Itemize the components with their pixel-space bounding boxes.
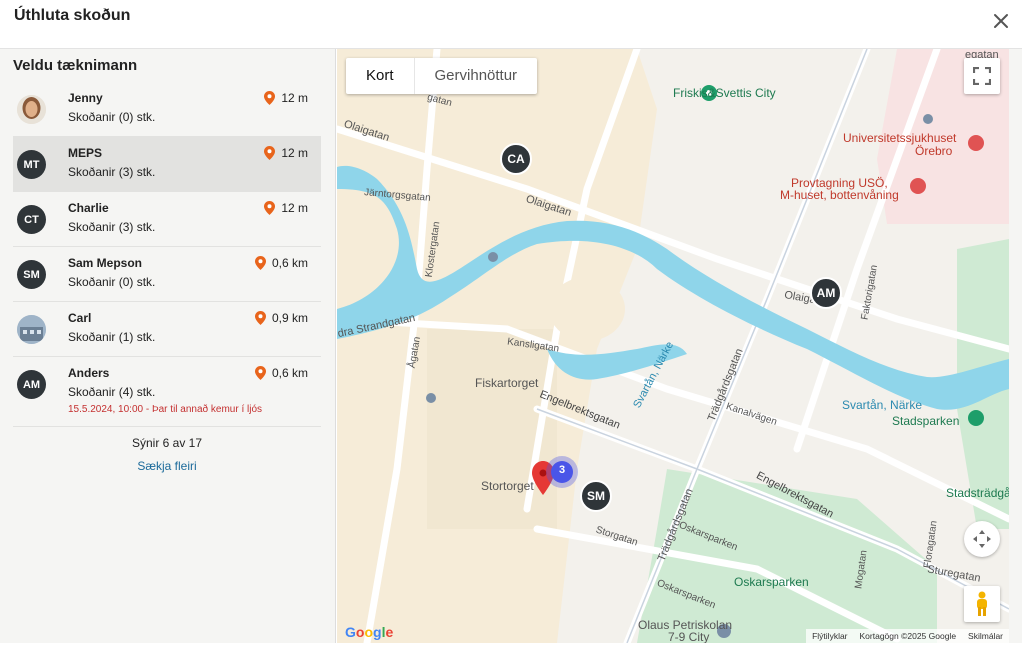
pegman-icon [977, 591, 987, 616]
distance: 12 m [264, 146, 308, 160]
distance-value: 12 m [281, 146, 308, 160]
map-label: M-huset, bottenvåning [780, 188, 899, 202]
avatar [17, 95, 46, 124]
technician-inspections: Skoðanir (1) stk. [68, 330, 156, 344]
map[interactable]: Friskis&Svettis City Universitetssjukhus… [337, 49, 1009, 643]
distance: 0,6 km [254, 366, 308, 380]
google-logo: Google [345, 624, 394, 640]
technician-name: Charlie [68, 201, 109, 215]
results-count: Sýnir 6 av 17 [131, 436, 203, 450]
distance: 0,6 km [254, 256, 308, 270]
avatar: CT [17, 205, 46, 234]
dialog-edge [1009, 49, 1022, 643]
sidebar-title: Veldu tæknimann [13, 57, 138, 74]
location-pin-icon [254, 366, 266, 380]
terms-link[interactable]: Skilmálar [968, 631, 1003, 641]
cluster-count[interactable]: 3 [553, 464, 571, 476]
availability-warning: 15.5.2024, 10:00 - Þar til annað kemur í… [68, 404, 263, 415]
load-more-link[interactable]: Sækja fleiri [13, 459, 321, 473]
technician-name: Sam Mepson [68, 256, 143, 270]
dialog-header: Úthluta skoðun [0, 0, 1022, 49]
street-view-button[interactable] [964, 586, 1000, 622]
distance: 12 m [264, 201, 308, 215]
distance-value: 0,6 km [271, 366, 308, 380]
technician-list: Jenny Skoðanir (0) stk. 12 m MT MEPS Sko… [13, 82, 321, 427]
distance-value: 12 m [281, 201, 308, 215]
avatar: SM [17, 260, 46, 289]
map-label: Universitetssjukhuset [843, 131, 957, 145]
technician-sidebar: Veldu tæknimann Jenny Skoðanir (0) stk. … [0, 49, 336, 643]
map-type-tabs: Kort Gervihnöttur [346, 58, 538, 94]
dialog-title: Úthluta skoðun [14, 7, 131, 24]
map-label: Stortorget [481, 479, 534, 493]
assign-inspection-dialog: Úthluta skoðun Veldu tæknimann Jenny Sko… [0, 0, 1022, 650]
technician-name: Carl [68, 311, 92, 325]
move-arrows-icon [973, 530, 991, 548]
tab-map[interactable]: Kort [346, 58, 415, 94]
map-label: Örebro [915, 144, 953, 158]
technician-map-marker[interactable]: SM [580, 480, 612, 512]
fullscreen-icon [973, 67, 991, 85]
distance-value: 0,9 km [271, 311, 308, 325]
technician-inspections: Skoðanir (3) stk. [68, 220, 156, 234]
avatar: MT [17, 150, 46, 179]
technician-inspections: Skoðanir (0) stk. [68, 110, 156, 124]
technician-map-marker[interactable]: AM [810, 277, 842, 309]
map-label: 7-9 City [668, 630, 710, 643]
location-pin-icon [264, 201, 276, 215]
fullscreen-button[interactable] [964, 58, 1000, 94]
map-label: Stadsträdgå [946, 486, 1009, 500]
location-pin-icon [254, 256, 266, 270]
user-photo-icon [17, 95, 46, 124]
technician-row[interactable]: MT MEPS Skoðanir (3) stk. 12 m [13, 137, 321, 192]
location-pin-icon [264, 91, 276, 105]
technician-inspections: Skoðanir (4) stk. [68, 385, 156, 399]
map-label: Stadsparken [892, 414, 960, 428]
technician-row[interactable]: CT Charlie Skoðanir (3) stk. 12 m [13, 192, 321, 247]
technician-row[interactable]: SM Sam Mepson Skoðanir (0) stk. 0,6 km [13, 247, 321, 302]
camera-control-button[interactable] [964, 521, 1000, 557]
distance-value: 0,6 km [271, 256, 308, 270]
keyboard-shortcuts-link[interactable]: Flýtilyklar [812, 631, 847, 641]
technician-map-marker[interactable]: CA [500, 143, 532, 175]
technician-row[interactable]: AM Anders Skoðanir (4) stk. 15.5.2024, 1… [13, 357, 321, 427]
map-footer: Flýtilyklar Kortagögn ©2025 Google Skilm… [806, 629, 1009, 643]
technician-name: MEPS [68, 146, 103, 160]
location-pin-icon [264, 146, 276, 160]
map-label: Oskarsparken [734, 575, 809, 589]
location-pin-icon [254, 311, 266, 325]
distance-value: 12 m [281, 91, 308, 105]
technician-inspections: Skoðanir (0) stk. [68, 275, 156, 289]
distance: 12 m [264, 91, 308, 105]
map-label: Fiskartorget [475, 376, 539, 390]
technician-name: Jenny [68, 91, 103, 105]
map-data-attribution: Kortagögn ©2025 Google [859, 631, 957, 641]
map-label: Friskis&Svettis City [673, 86, 776, 100]
technician-name: Anders [68, 366, 110, 380]
distance: 0,9 km [254, 311, 308, 325]
close-icon[interactable] [990, 10, 1012, 32]
avatar [17, 315, 46, 344]
map-label: Svartån, Närke [842, 398, 923, 412]
tab-satellite[interactable]: Gervihnöttur [415, 58, 538, 94]
user-photo-icon [17, 315, 46, 344]
avatar: AM [17, 370, 46, 399]
technician-row[interactable]: Carl Skoðanir (1) stk. 0,9 km [13, 302, 321, 357]
technician-row[interactable]: Jenny Skoðanir (0) stk. 12 m [13, 82, 321, 137]
technician-inspections: Skoðanir (3) stk. [68, 165, 156, 179]
